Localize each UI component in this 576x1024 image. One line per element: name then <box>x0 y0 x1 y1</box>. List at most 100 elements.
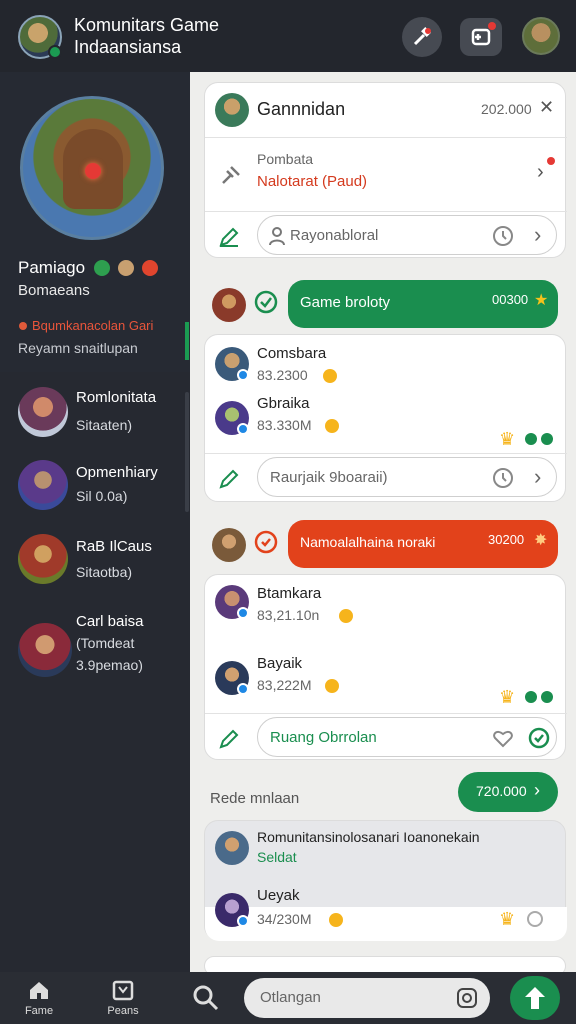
smile-icon <box>323 369 337 383</box>
section-button[interactable]: 720.000 › <box>458 772 558 812</box>
avatar <box>215 93 249 127</box>
card-subtitle: Seldat <box>257 849 297 865</box>
clock-icon[interactable] <box>492 467 514 489</box>
card-game-body: Comsbara 83.2300 Gbraika 83.330M ♛ Raurj… <box>204 334 567 502</box>
smile-icon <box>325 679 339 693</box>
verified-icon <box>237 423 249 435</box>
comment-input[interactable]: Rayonabloral › <box>257 215 557 255</box>
divider <box>205 453 567 454</box>
nav-home-label: Fame <box>24 1005 54 1017</box>
home-icon <box>30 982 48 999</box>
avatar <box>18 387 68 437</box>
badge-green-icon <box>94 260 110 276</box>
pencil-icon[interactable] <box>217 467 241 491</box>
row-name: Gbraika <box>257 395 310 412</box>
chevron-right-icon: › <box>534 780 540 800</box>
badge-red-icon <box>142 260 158 276</box>
sidebar-item-detail: 3.9pemao) <box>76 657 143 673</box>
title-line-1: Komunitars Game <box>74 15 220 35</box>
banner-green[interactable]: Game broloty 00300 ★ <box>288 280 558 328</box>
sidebar-item-title: Carl baisa <box>76 613 144 630</box>
trophy-icon: ♛ <box>499 687 516 707</box>
sidebar-item-subtitle: Sil 0.0a) <box>76 488 128 504</box>
card-alert-body: Btamkara 83,21.10n Bayaik 83,222M ♛ Ruan… <box>204 574 567 760</box>
verified-icon <box>237 915 249 927</box>
chevron-right-icon[interactable]: › <box>534 464 541 490</box>
nav-second-label: Peans <box>107 1005 139 1017</box>
card-title: Romunitansinolosanari Ioanonekain <box>257 829 480 845</box>
card-title: Gannnidan <box>257 99 346 119</box>
banner-value: 00300 <box>492 292 529 307</box>
top-bar: Komunitars Game Indaansiansa <box>0 0 576 72</box>
sidebar-item-2[interactable]: Opmenhiary Sil 0.0a) <box>0 450 190 520</box>
heart-icon[interactable] <box>492 225 514 247</box>
pencil-icon[interactable] <box>217 727 241 751</box>
card-community[interactable]: Romunitansinolosanari Ioanonekain Seldat… <box>204 820 567 941</box>
profile-picture[interactable] <box>20 96 164 240</box>
status-dot-icon <box>19 322 27 330</box>
comment-input[interactable]: Ruang Obrrolan <box>257 717 557 757</box>
input-placeholder: Rayonabloral <box>290 227 379 244</box>
comment-input[interactable]: Raurjaik 9boaraii) › <box>257 457 557 497</box>
alert-dot <box>547 157 555 165</box>
avatar <box>18 623 72 677</box>
pencil-icon[interactable] <box>217 225 241 249</box>
active-indicator <box>185 322 189 360</box>
section-button-label: 720.000 <box>476 783 527 799</box>
online-dot-icon <box>525 691 537 703</box>
arrow-up-icon <box>525 987 545 1009</box>
user-avatar[interactable] <box>522 17 560 55</box>
row-name: Ueyak <box>257 887 300 904</box>
row-value: 34/230M <box>257 911 312 927</box>
sidebar-item-4[interactable]: Carl baisa (Tomdeat 3.9pemao) <box>0 607 190 697</box>
online-dot-icon <box>525 433 537 445</box>
check-circle-icon[interactable] <box>528 727 550 749</box>
trophy-icon: ♛ <box>499 909 516 929</box>
user-icon <box>269 227 285 246</box>
banner-title: Game broloty <box>300 294 391 311</box>
chevron-right-icon[interactable]: › <box>534 222 541 248</box>
avatar <box>18 460 68 510</box>
star-icon: ★ <box>534 292 549 309</box>
home-fab-button[interactable] <box>510 976 560 1020</box>
chevron-right-icon[interactable]: › <box>537 161 544 184</box>
tools-button[interactable] <box>402 17 442 57</box>
alert-circle-icon <box>254 530 278 554</box>
camera-icon[interactable] <box>456 987 478 1009</box>
sidebar-item-subtitle: Sitaaten) <box>76 417 133 433</box>
heart-icon[interactable] <box>492 727 514 749</box>
sidebar-item-3[interactable]: RaB IlCaus Sitaotba) <box>0 524 190 594</box>
notification-dot <box>488 22 496 30</box>
notification-button[interactable] <box>460 18 502 56</box>
community-avatar[interactable] <box>18 15 62 59</box>
sidebar-item-title: RaB IlCaus <box>76 538 152 555</box>
sidebar-item-title: Romlonitata <box>76 389 157 406</box>
page-title: Komunitars Game Indaansiansa <box>74 14 219 58</box>
close-icon[interactable]: ✕ <box>539 97 554 118</box>
smile-icon <box>329 913 343 927</box>
divider <box>205 137 567 138</box>
row-value: 83,21.10n <box>257 607 320 623</box>
banner-title: Namoalalhaina noraki <box>300 534 436 550</box>
nav-home[interactable]: Fame <box>14 978 64 1017</box>
status-ring-icon <box>527 911 543 927</box>
profile-status: Bqumkanacolan Gari <box>32 318 154 333</box>
sidebar-item-1[interactable]: Romlonitata Sitaaten) <box>0 377 190 447</box>
search-placeholder: Otlangan <box>260 989 321 1006</box>
nav-second[interactable]: Peans <box>98 978 148 1017</box>
verified-icon <box>237 683 249 695</box>
row-name: Comsbara <box>257 345 327 362</box>
online-dot-icon <box>541 691 553 703</box>
row-name: Bayaik <box>257 655 303 672</box>
swords-icon <box>222 166 240 184</box>
search-input[interactable]: Otlangan <box>244 978 490 1018</box>
bottom-nav: Fame Peans Otlangan <box>0 972 576 1024</box>
card-summary: Gannnidan 202.000 ✕ Pombata Nalotarat (P… <box>204 82 567 258</box>
card-count: 202.000 <box>481 101 532 117</box>
title-line-2: Indaansiansa <box>74 37 182 57</box>
search-icon[interactable] <box>192 984 220 1012</box>
main-feed: Gannnidan 202.000 ✕ Pombata Nalotarat (P… <box>190 72 576 976</box>
hammer-icon <box>413 27 431 46</box>
banner-orange[interactable]: Namoalalhaina noraki 30200 ✸ <box>288 520 558 568</box>
avatar <box>212 288 246 322</box>
